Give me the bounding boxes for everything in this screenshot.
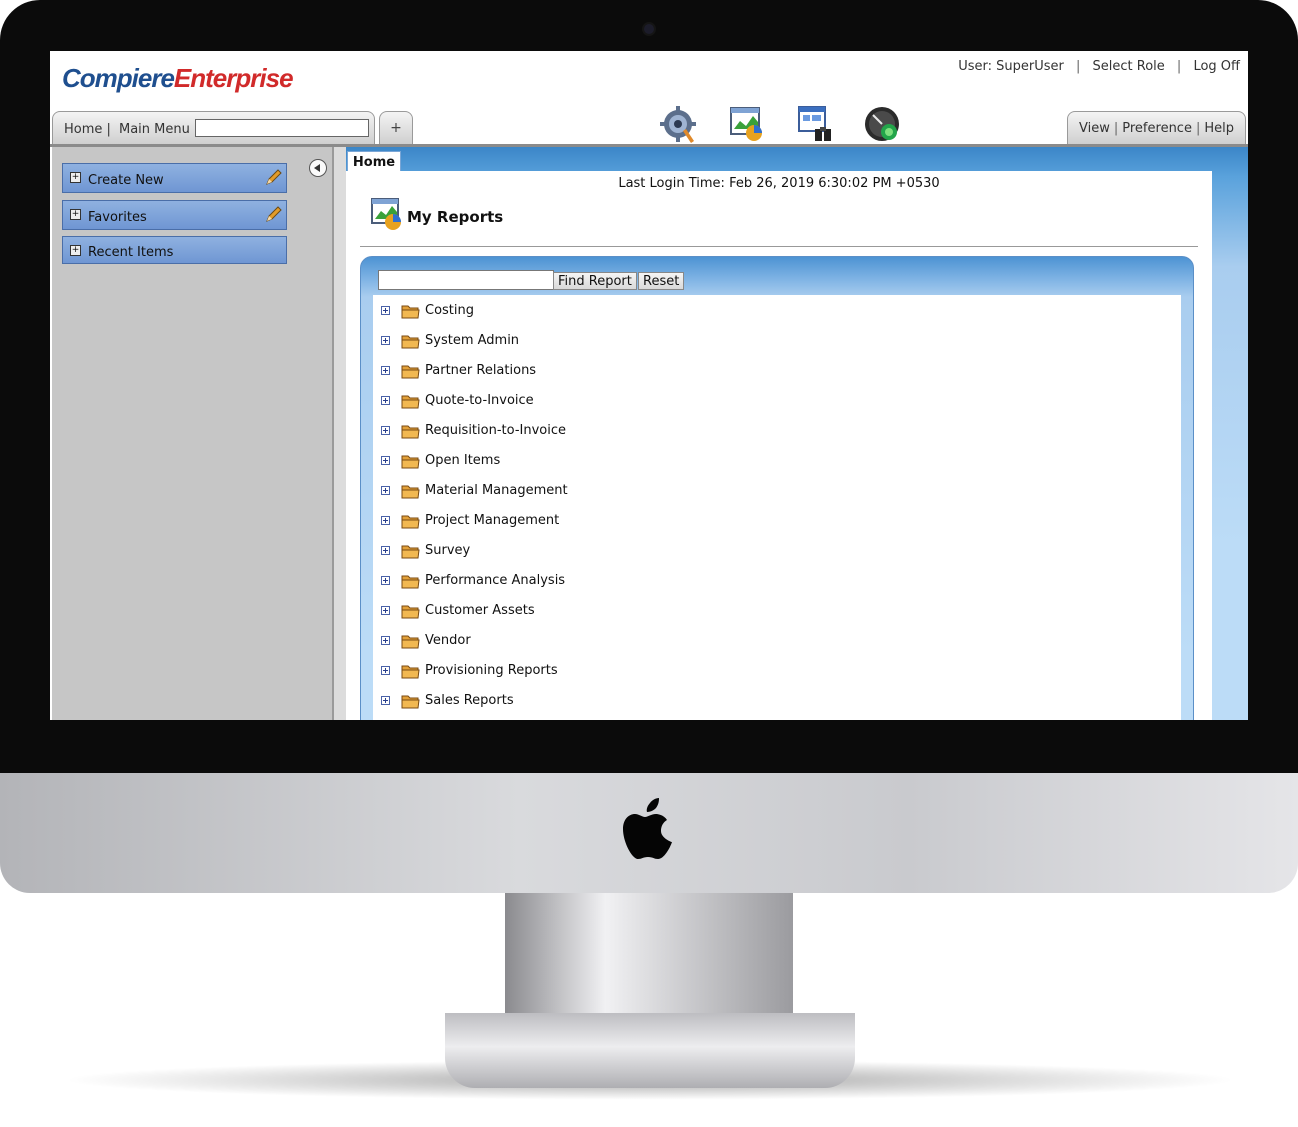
expand-node-icon[interactable]: [381, 576, 390, 585]
folder-icon: [401, 363, 420, 379]
tree-node-label[interactable]: Costing: [425, 303, 474, 318]
home-content: Last Login Time: Feb 26, 2019 6:30:02 PM…: [346, 171, 1212, 720]
screen: CompiereEnterprise User: SuperUser | Sel…: [50, 51, 1248, 720]
tree-node-label[interactable]: Partner Relations: [425, 363, 536, 378]
tab-home[interactable]: Home |: [64, 122, 111, 137]
tree-node-label[interactable]: Material Management: [425, 483, 568, 498]
sidebar-item-favorites[interactable]: + Favorites: [62, 200, 287, 230]
tree-node-label[interactable]: Vendor: [425, 633, 471, 648]
tree-node-label[interactable]: Performance Analysis: [425, 573, 565, 588]
find-report-button[interactable]: Find Report: [553, 272, 637, 290]
folder-icon: [401, 543, 420, 559]
expand-node-icon[interactable]: [381, 546, 390, 555]
search-window-icon[interactable]: [797, 105, 835, 143]
monitor-stand-foot: [445, 1013, 855, 1088]
tree-node-label[interactable]: Quote-to-Invoice: [425, 393, 534, 408]
select-role-link[interactable]: Select Role: [1093, 59, 1165, 74]
folder-icon: [401, 333, 420, 349]
folder-icon: [401, 573, 420, 589]
panel-splitter[interactable]: [334, 147, 346, 720]
collapse-sidebar-icon[interactable]: [309, 159, 327, 177]
separator: |: [1076, 59, 1081, 74]
expand-node-icon[interactable]: [381, 396, 390, 405]
expand-icon[interactable]: +: [70, 245, 81, 256]
expand-node-icon[interactable]: [381, 516, 390, 525]
section-divider: [360, 246, 1198, 247]
expand-node-icon[interactable]: [381, 456, 390, 465]
sidebar-item-label: Recent Items: [88, 245, 174, 260]
apple-logo-icon: [623, 798, 672, 859]
report-search-input[interactable]: [378, 270, 554, 290]
tree-node-label[interactable]: Provisioning Reports: [425, 663, 558, 678]
dashboard-icon[interactable]: [863, 105, 901, 143]
pencil-icon[interactable]: [264, 206, 282, 224]
logo-text-compiere: Compiere: [62, 63, 175, 93]
my-reports-icon: [371, 198, 401, 230]
folder-icon: [401, 423, 420, 439]
separator: |: [1195, 121, 1201, 136]
expand-node-icon[interactable]: [381, 606, 390, 615]
tree-node-label[interactable]: Project Management: [425, 513, 559, 528]
folder-icon: [401, 603, 420, 619]
folder-icon: [401, 453, 420, 469]
tree-node-label[interactable]: Survey: [425, 543, 470, 558]
folder-icon: [401, 513, 420, 529]
user-bar: User: SuperUser | Select Role | Log Off: [958, 59, 1240, 74]
user-label: User: SuperUser: [958, 59, 1064, 74]
add-tab-button[interactable]: +: [379, 111, 413, 144]
sidebar: + Create New + Favorites + Recent Items: [52, 147, 334, 720]
expand-node-icon[interactable]: [381, 486, 390, 495]
folder-icon: [401, 303, 420, 319]
tab-main-menu[interactable]: Main Menu: [119, 122, 190, 137]
navigation-tab-bar: Home | Main Menu: [52, 111, 375, 144]
folder-icon: [401, 663, 420, 679]
folder-icon: [401, 393, 420, 409]
log-off-link[interactable]: Log Off: [1193, 59, 1240, 74]
reports-icon[interactable]: [728, 105, 766, 143]
menu-search-input[interactable]: [195, 119, 369, 137]
report-tree: Costing System Admin Partner Relations Quot…: [373, 295, 1181, 720]
sidebar-item-label: Create New: [88, 173, 164, 188]
tree-node-label[interactable]: Customer Assets: [425, 603, 535, 618]
tree-node-label[interactable]: Open Items: [425, 453, 500, 468]
expand-icon[interactable]: +: [70, 209, 81, 220]
tab-home-content[interactable]: Home: [347, 151, 401, 173]
reset-button[interactable]: Reset: [638, 272, 685, 290]
folder-icon: [401, 483, 420, 499]
help-link[interactable]: Help: [1204, 121, 1234, 136]
tree-node-label[interactable]: Requisition-to-Invoice: [425, 423, 566, 438]
section-title: My Reports: [407, 208, 504, 226]
expand-node-icon[interactable]: [381, 336, 390, 345]
monitor-stand-neck: [505, 893, 793, 1013]
sidebar-item-create-new[interactable]: + Create New: [62, 163, 287, 193]
preference-link[interactable]: Preference: [1122, 121, 1192, 136]
sidebar-item-label: Favorites: [88, 210, 147, 225]
settings-icon[interactable]: [660, 105, 698, 143]
app-logo[interactable]: CompiereEnterprise: [62, 63, 294, 94]
view-link[interactable]: View: [1079, 121, 1110, 136]
folder-icon: [401, 693, 420, 709]
reports-panel: Find Report Reset Costing System Admin Par…: [360, 256, 1194, 720]
tree-node-label[interactable]: Sales Reports: [425, 693, 514, 708]
expand-node-icon[interactable]: [381, 666, 390, 675]
pencil-icon[interactable]: [264, 169, 282, 187]
expand-node-icon[interactable]: [381, 306, 390, 315]
help-tab-bar: View | Preference | Help: [1067, 111, 1246, 144]
separator: |: [1176, 59, 1182, 74]
folder-icon: [401, 633, 420, 649]
logo-text-enterprise: Enterprise: [173, 63, 294, 93]
camera-icon: [644, 24, 654, 34]
expand-node-icon[interactable]: [381, 696, 390, 705]
expand-node-icon[interactable]: [381, 636, 390, 645]
tree-node-label[interactable]: System Admin: [425, 333, 519, 348]
separator: |: [1113, 121, 1119, 136]
expand-node-icon[interactable]: [381, 366, 390, 375]
expand-node-icon[interactable]: [381, 426, 390, 435]
sidebar-item-recent-items[interactable]: + Recent Items: [62, 236, 287, 264]
expand-icon[interactable]: +: [70, 172, 81, 183]
last-login-time: Last Login Time: Feb 26, 2019 6:30:02 PM…: [618, 176, 940, 191]
